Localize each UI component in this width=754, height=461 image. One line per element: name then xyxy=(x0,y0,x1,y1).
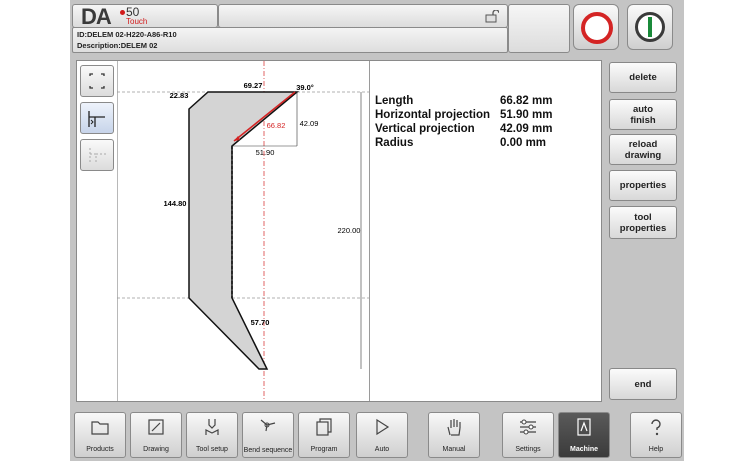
profile-drawing[interactable]: 22.83 69.27 39.0° 66.82 42.09 51.90 144.… xyxy=(117,61,369,401)
nav-label: Bend sequence xyxy=(243,447,293,454)
nav-label: Settings xyxy=(515,446,541,453)
tool-properties-button[interactable]: tool properties xyxy=(609,206,677,239)
logo: DA 50 Touch xyxy=(72,4,218,29)
drawing-icon xyxy=(148,419,164,435)
dim-angle: 39.0° xyxy=(296,83,314,92)
play-icon xyxy=(376,418,390,436)
projection-tool[interactable] xyxy=(80,139,114,171)
help-icon xyxy=(651,419,661,436)
dim-left: 144.80 xyxy=(164,199,187,208)
info-label: Length xyxy=(375,95,414,107)
nav-drawing[interactable]: Drawing xyxy=(130,412,182,458)
dimension-icon xyxy=(88,111,105,127)
dimension-tool[interactable] xyxy=(80,102,114,134)
nav-tool-setup[interactable]: Tool setup xyxy=(186,412,238,458)
zoom-fit-icon xyxy=(89,73,105,89)
reload-drawing-button[interactable]: reload drawing xyxy=(609,134,677,165)
settings-icon xyxy=(520,419,536,435)
header-side-box xyxy=(508,4,570,53)
dim-horizontal-projection: 51.90 xyxy=(256,148,275,157)
projection-icon xyxy=(89,148,106,164)
dim-top: 69.27 xyxy=(244,81,263,90)
lock-icon[interactable] xyxy=(485,10,499,23)
nav-help[interactable]: Help xyxy=(630,412,682,458)
product-info: ID:DELEM 02-H220-A86-R10 Description:DEL… xyxy=(72,27,508,53)
stop-icon xyxy=(581,12,613,44)
info-value: 0.00 mm xyxy=(500,137,547,149)
start-button[interactable] xyxy=(627,4,673,50)
nav-machine[interactable]: Machine xyxy=(558,412,610,458)
product-description: Description:DELEM 02 xyxy=(77,41,158,50)
start-bar xyxy=(648,17,652,37)
delete-button[interactable]: delete xyxy=(609,62,677,93)
nav-program[interactable]: Program xyxy=(298,412,350,458)
info-label: Vertical projection xyxy=(375,123,475,135)
info-value: 42.09 mm xyxy=(500,123,553,135)
nav-label: Drawing xyxy=(143,446,169,453)
end-button[interactable]: end xyxy=(609,368,677,400)
panel-divider xyxy=(369,61,370,401)
dim-top-left: 22.83 xyxy=(170,91,189,100)
info-label: Horizontal projection xyxy=(375,109,490,121)
dim-bottom: 57.70 xyxy=(251,318,270,327)
nav-auto[interactable]: Auto xyxy=(356,412,408,458)
stop-button[interactable] xyxy=(573,4,619,50)
machine-icon xyxy=(577,418,591,436)
status-bar xyxy=(218,4,508,28)
dim-vertical-projection: 42.09 xyxy=(300,119,319,128)
info-value: 66.82 mm xyxy=(500,95,553,107)
bend-sequence-icon xyxy=(260,419,276,432)
nav-label: Help xyxy=(648,446,664,453)
drawing-panel: 22.83 69.27 39.0° 66.82 42.09 51.90 144.… xyxy=(76,60,602,402)
dim-selected-length: 66.82 xyxy=(267,121,286,130)
nav-label: Machine xyxy=(569,446,598,453)
hand-icon xyxy=(447,419,461,436)
info-label: Radius xyxy=(375,137,414,149)
info-value: 51.90 mm xyxy=(500,109,553,121)
nav-label: Program xyxy=(310,446,338,453)
zoom-fit-tool[interactable] xyxy=(80,65,114,97)
drawing-toolbar xyxy=(77,61,118,401)
nav-settings[interactable]: Settings xyxy=(502,412,554,458)
logo-sub: Touch xyxy=(126,17,148,26)
logo-dot xyxy=(120,10,125,15)
folder-icon xyxy=(91,421,109,435)
nav-label: Manual xyxy=(442,446,466,453)
product-id: ID:DELEM 02-H220-A86-R10 xyxy=(77,30,177,39)
nav-label: Tool setup xyxy=(196,446,228,453)
nav-products[interactable]: Products xyxy=(74,412,126,458)
nav-bend-sequence[interactable]: Bend sequence xyxy=(242,412,294,458)
dim-total-height: 220.00 xyxy=(338,226,361,235)
auto-finish-button[interactable]: auto finish xyxy=(609,99,677,130)
nav-label: Products xyxy=(86,446,114,453)
nav-manual[interactable]: Manual xyxy=(428,412,480,458)
tool-setup-icon xyxy=(205,419,219,435)
nav-label: Auto xyxy=(374,446,390,453)
program-icon xyxy=(316,418,332,436)
properties-button[interactable]: properties xyxy=(609,170,677,201)
